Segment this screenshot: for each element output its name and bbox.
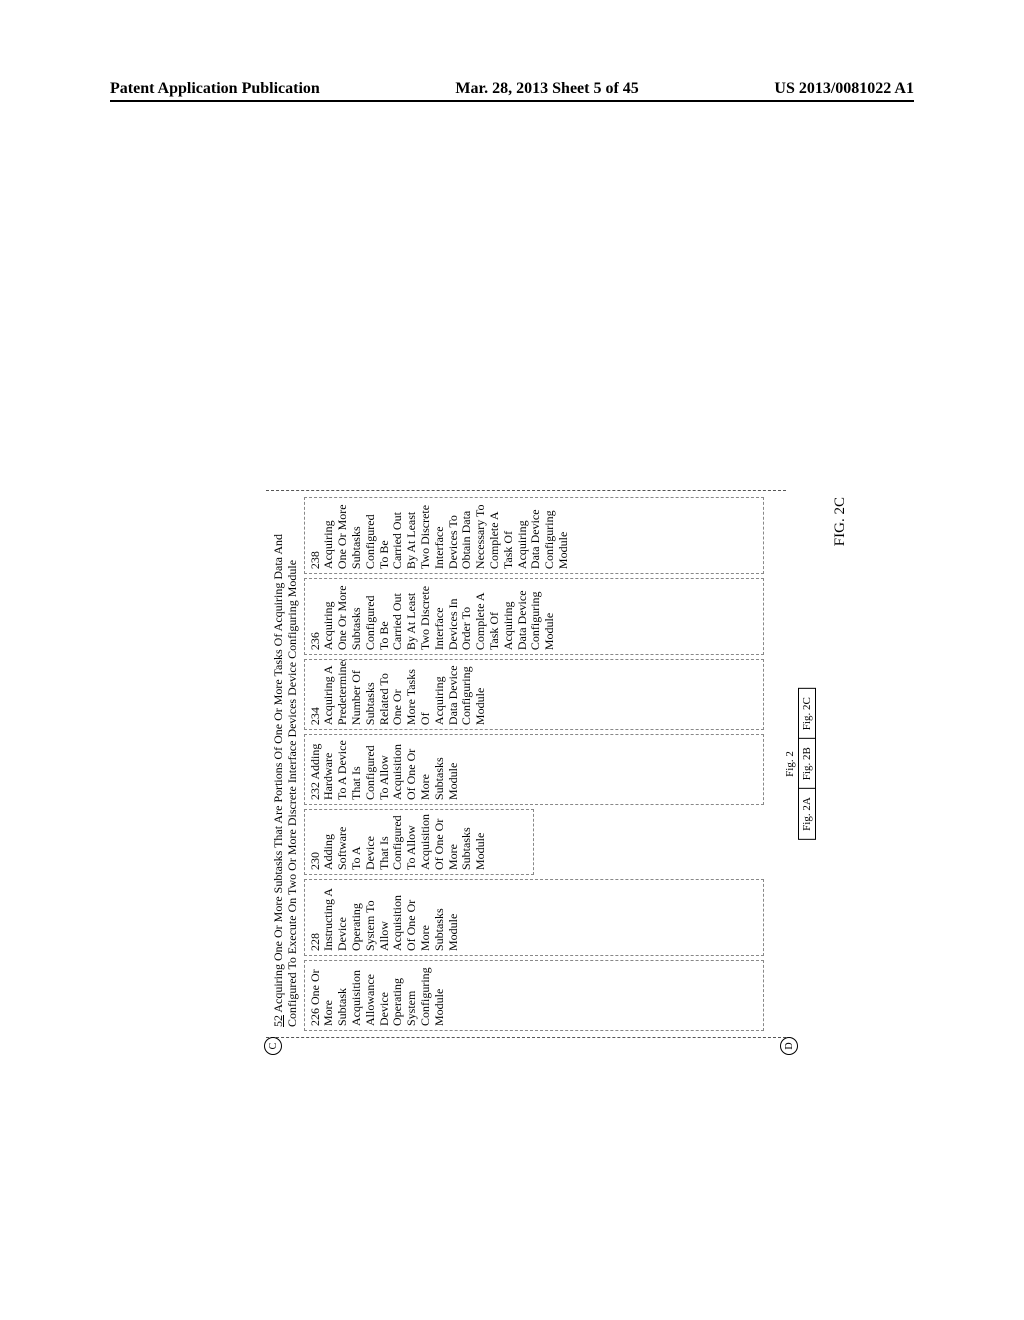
- legend-item-2c: Fig. 2C: [799, 689, 815, 738]
- module-228: 228 Instructing A Device Operating Syste…: [304, 879, 764, 956]
- outer-module-title: 52 Acquiring One Or More Subtasks That A…: [272, 501, 300, 1027]
- outer-module-box: C D 52 Acquiring One Or More Subtasks Th…: [266, 490, 786, 1038]
- page-header: Patent Application Publication Mar. 28, …: [110, 80, 914, 102]
- module-226-text: 226 One Or More Subtask Acquisition Allo…: [308, 967, 446, 1026]
- legend-item-2a: Fig. 2A: [799, 788, 815, 839]
- module-228-subs: 230 Adding Software To A Device That Is …: [304, 809, 764, 875]
- module-226: 226 One Or More Subtask Acquisition Allo…: [304, 960, 764, 1031]
- outer-module-ref: 52: [271, 1015, 285, 1027]
- module-232-text: 232 Adding Hardware To A Device That Is …: [308, 740, 460, 800]
- module-236: 236 Acquiring One Or More Subtasks Confi…: [304, 578, 764, 655]
- module-232: 232 Adding Hardware To A Device That Is …: [304, 734, 764, 805]
- module-234-text: 234 Acquiring A Predetermined Number Of …: [308, 659, 488, 725]
- connector-c: C: [264, 1037, 282, 1055]
- pub-number: US 2013/0081022 A1: [774, 80, 914, 98]
- module-234: 234 Acquiring A Predetermined Number Of …: [304, 659, 764, 730]
- legend-title: Fig. 2: [784, 751, 796, 777]
- connector-d: D: [780, 1037, 798, 1055]
- legend-row: Fig. 2A Fig. 2B Fig. 2C: [798, 688, 816, 840]
- figure-number: FIG. 2C: [832, 497, 849, 546]
- modules-row: 226 One Or More Subtask Acquisition Allo…: [304, 497, 764, 1031]
- module-230: 230 Adding Software To A Device That Is …: [304, 809, 535, 875]
- module-236-text: 236 Acquiring One Or More Subtasks Confi…: [308, 585, 557, 650]
- module-238: 238 Acquiring One Or More Subtasks Confi…: [304, 497, 764, 574]
- pub-type: Patent Application Publication: [110, 80, 320, 98]
- module-238-text: 238 Acquiring One Or More Subtasks Confi…: [308, 504, 570, 569]
- drawing-sheet: C D 52 Acquiring One Or More Subtasks Th…: [266, 478, 826, 1038]
- module-228-text: 228 Instructing A Device Operating Syste…: [309, 884, 461, 951]
- outer-module-title-text: Acquiring One Or More Subtasks That Are …: [271, 534, 299, 1027]
- pub-date-sheet: Mar. 28, 2013 Sheet 5 of 45: [455, 80, 638, 98]
- figure-legend: Fig. 2 Fig. 2A Fig. 2B Fig. 2C: [784, 688, 816, 840]
- legend-item-2b: Fig. 2B: [799, 738, 815, 788]
- module-230-text: 230 Adding Software To A Device That Is …: [308, 814, 488, 870]
